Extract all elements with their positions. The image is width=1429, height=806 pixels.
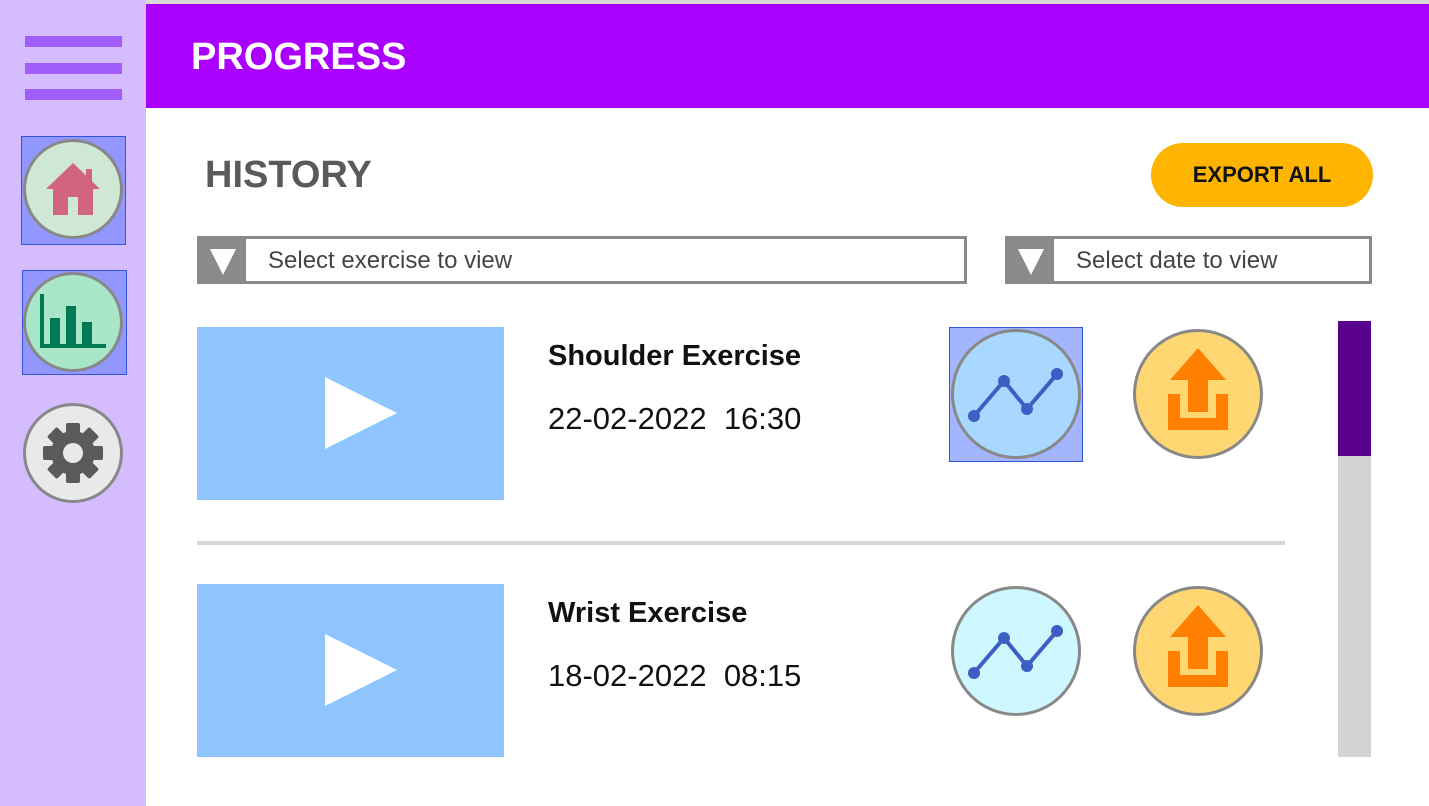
video-thumbnail[interactable]: [197, 584, 504, 757]
triangle-down-icon: [1018, 249, 1044, 275]
exercise-time: 16:30: [723, 401, 802, 436]
date-select[interactable]: Select date to view: [1005, 236, 1372, 284]
row-divider: [197, 541, 1285, 545]
dropdown-arrow: [1008, 239, 1054, 281]
play-icon: [325, 634, 397, 706]
exercise-name: Shoulder Exercise: [548, 340, 802, 372]
play-icon: [325, 377, 397, 449]
export-all-button[interactable]: EXPORT ALL: [1151, 143, 1373, 207]
video-thumbnail[interactable]: [197, 327, 504, 500]
view-chart-button[interactable]: [951, 586, 1081, 716]
exercise-select[interactable]: Select exercise to view: [197, 236, 967, 284]
scrollbar-track[interactable]: [1338, 321, 1371, 757]
triangle-down-icon: [210, 249, 236, 275]
exercise-datetime: 22-02-2022 16:30: [548, 401, 801, 437]
line-chart-icon: [968, 625, 1063, 679]
hamburger-menu-icon[interactable]: [25, 36, 122, 100]
gear-icon: [43, 423, 103, 483]
app-header: PROGRESS: [146, 4, 1429, 108]
exercise-select-placeholder: Select exercise to view: [268, 247, 513, 274]
exercise-date: 18-02-2022: [548, 658, 707, 693]
exercise-datetime: 18-02-2022 08:15: [548, 658, 801, 694]
sidebar: [0, 0, 146, 806]
page-title: PROGRESS: [191, 36, 407, 78]
scrollbar-thumb[interactable]: [1338, 321, 1371, 456]
history-record: Wrist Exercise 18-02-2022 08:15: [197, 583, 1287, 758]
upload-icon: [1168, 348, 1228, 430]
line-chart-icon: [968, 368, 1063, 422]
home-icon: [46, 163, 100, 215]
upload-icon: [1168, 605, 1228, 687]
history-record: Shoulder Exercise 22-02-2022 16:30: [197, 326, 1287, 501]
export-record-button[interactable]: [1133, 586, 1263, 716]
section-title: HISTORY: [205, 154, 372, 196]
bar-chart-icon: [40, 294, 106, 348]
nav-home-button[interactable]: [23, 139, 123, 239]
exercise-time: 08:15: [723, 658, 802, 693]
date-select-placeholder: Select date to view: [1076, 247, 1278, 274]
export-record-button[interactable]: [1133, 329, 1263, 459]
view-chart-button[interactable]: [951, 329, 1081, 459]
exercise-name: Wrist Exercise: [548, 597, 748, 629]
nav-settings-button[interactable]: [23, 403, 123, 503]
exercise-date: 22-02-2022: [548, 401, 707, 436]
dropdown-arrow: [200, 239, 246, 281]
nav-stats-button[interactable]: [23, 272, 123, 372]
